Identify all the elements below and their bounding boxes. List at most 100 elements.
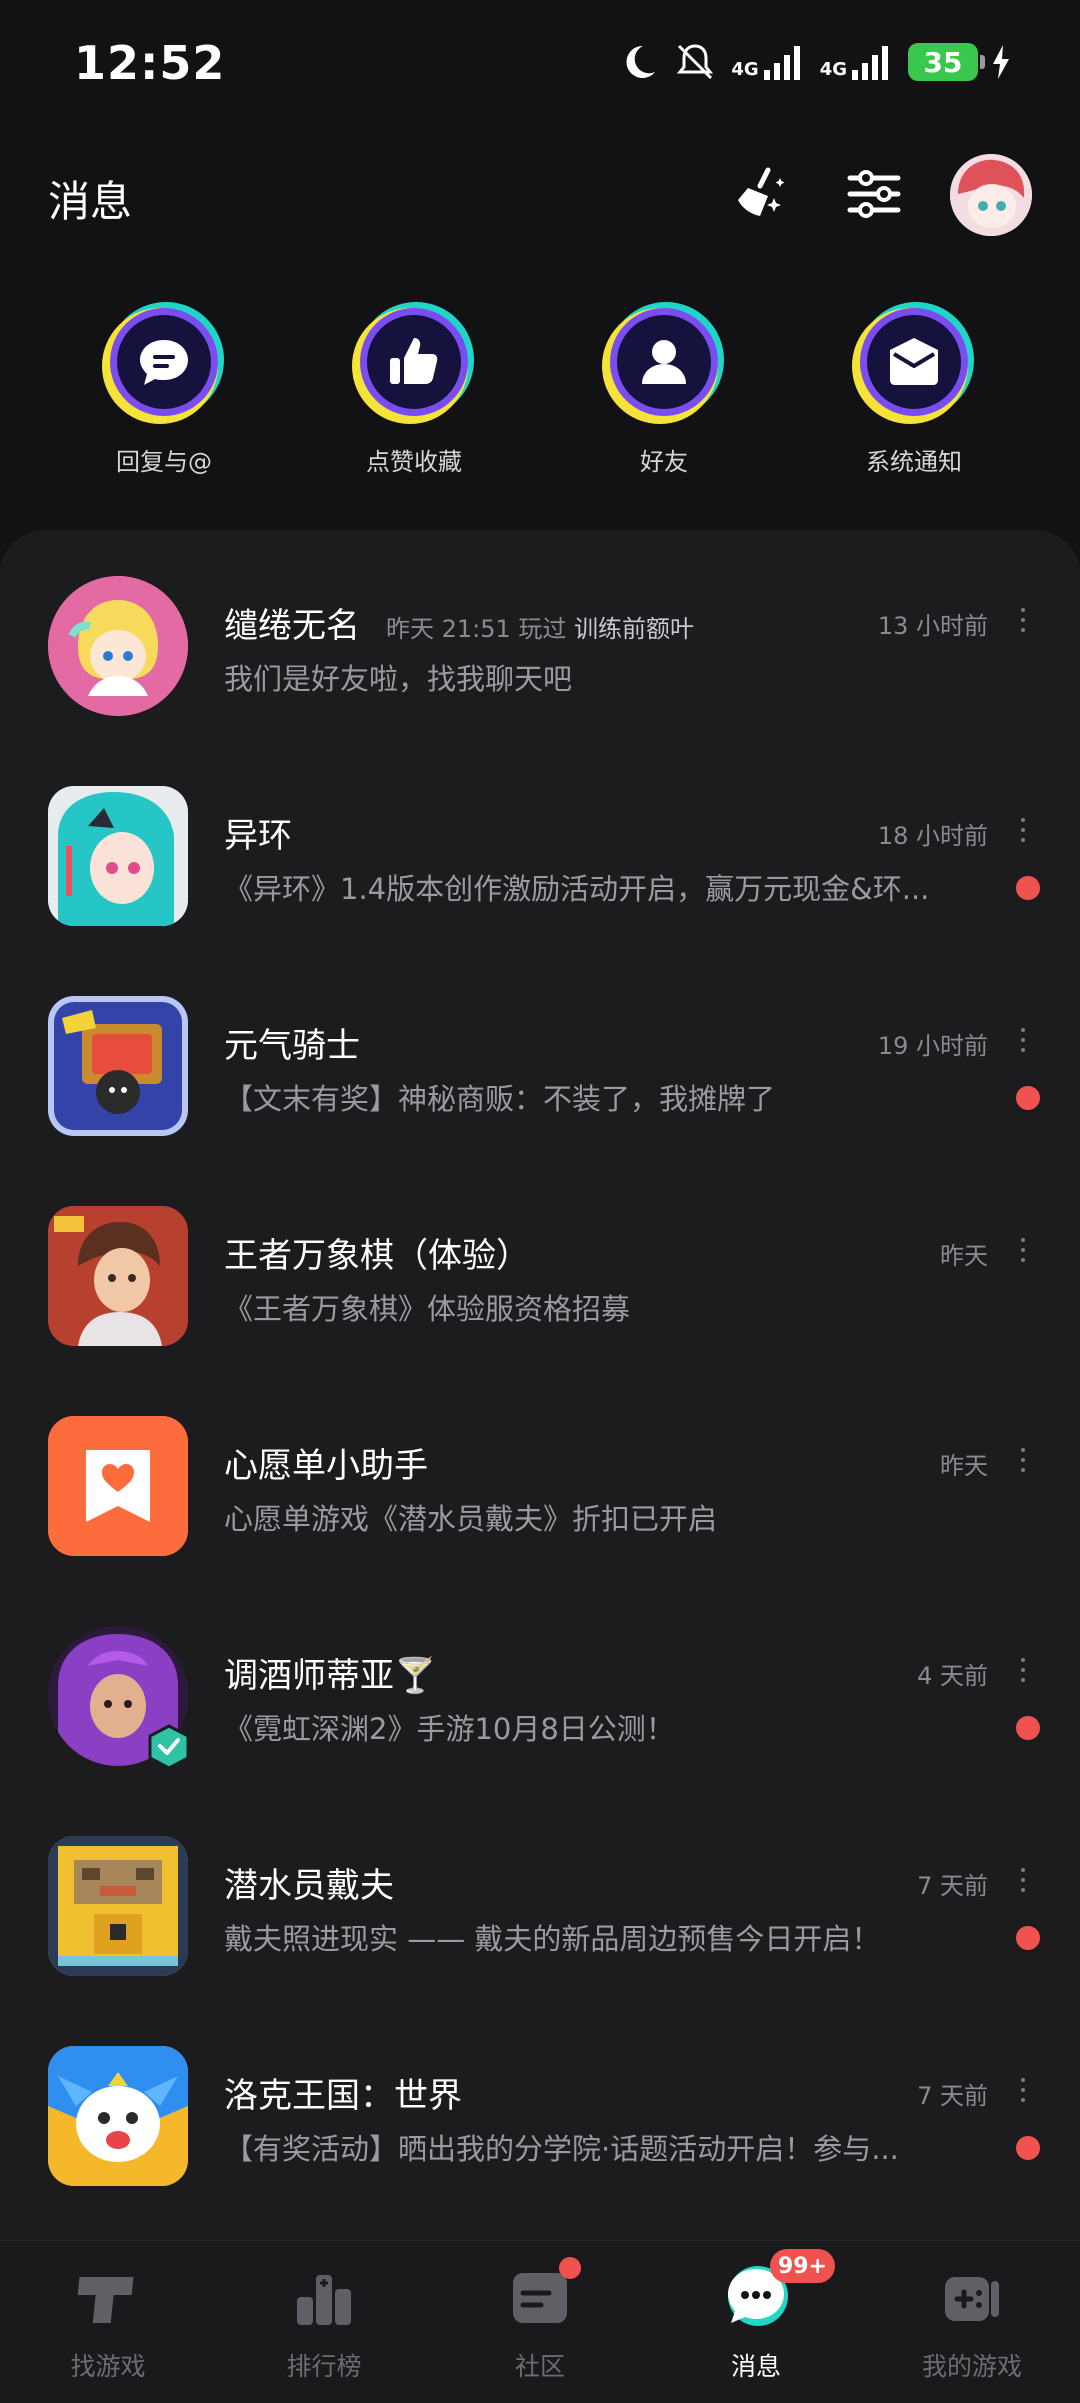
- contact-name: 心愿单小助手: [224, 1446, 428, 1486]
- clear-all-button[interactable]: [722, 158, 794, 230]
- quick-action-system-notice[interactable]: 系统通知: [824, 300, 1004, 477]
- message-preview: 《异环》1.4版本创作激励活动开启，赢万元现金&环...: [224, 872, 930, 906]
- messages-badge: 99+: [769, 2249, 835, 2283]
- verified-badge-icon: [148, 1724, 190, 1770]
- message-time: 4 天前: [917, 1662, 988, 1690]
- tab-label: 我的游戏: [921, 2352, 1022, 2381]
- quick-action-label: 系统通知: [866, 448, 962, 476]
- contact-activity: 昨天 21:51 玩过 训练前额叶: [386, 615, 694, 643]
- activity-time: 昨天 21:51 玩过: [386, 615, 567, 643]
- network-label-2: 4G: [819, 59, 847, 80]
- list-item[interactable]: 王者万象棋（体验） 昨天 《王者万象棋》体验服资格招募: [0, 1160, 1080, 1370]
- unread-dot: [1016, 2136, 1040, 2160]
- more-options-icon[interactable]: [1018, 1444, 1028, 1478]
- signal-1: 4G: [731, 44, 805, 80]
- list-item[interactable]: 元气骑士 19 小时前 【文末有奖】神秘商贩：不装了，我摊牌了: [0, 950, 1080, 1160]
- signal-bars-icon: [852, 46, 888, 80]
- community-card-icon: [505, 2257, 581, 2333]
- more-options-icon[interactable]: [1018, 1654, 1028, 1688]
- message-time: 7 天前: [917, 1872, 988, 1900]
- message-preview: 《霓虹深渊2》手游10月8日公测！: [224, 1712, 675, 1746]
- tab-label: 排行榜: [286, 2352, 362, 2381]
- list-item[interactable]: 洛克王国：世界 7 天前 【有奖活动】晒出我的分学院·话题活动开启！参与...: [0, 2000, 1080, 2210]
- tab-rankings[interactable]: 排行榜: [224, 2263, 424, 2383]
- message-preview: 《王者万象棋》体验服资格招募: [224, 1292, 631, 1326]
- tab-label: 找游戏: [70, 2352, 146, 2381]
- contact-name: 王者万象棋（体验）: [224, 1236, 530, 1276]
- activity-game[interactable]: 训练前额叶: [574, 615, 694, 643]
- avatar: [48, 1206, 188, 1346]
- avatar: [48, 576, 188, 716]
- tab-messages[interactable]: 99+ 消息: [656, 2249, 856, 2383]
- unread-dot: [1016, 1926, 1040, 1950]
- signal-bars-icon: [763, 46, 800, 80]
- contact-name: 异环: [224, 816, 292, 856]
- avatar: [48, 996, 188, 1136]
- quick-action-label: 好友: [640, 448, 688, 476]
- bottom-tab-bar: 找游戏 排行榜 社区 99+ 消息 我的游戏: [0, 2240, 1080, 2403]
- broom-sparkle-icon: [738, 167, 785, 216]
- envelope-icon: [850, 300, 978, 428]
- unread-dot: [1016, 1716, 1040, 1740]
- message-preview: 【文末有奖】神秘商贩：不装了，我摊牌了: [224, 1082, 776, 1116]
- avatar: [48, 2046, 188, 2186]
- more-options-icon[interactable]: [1018, 1024, 1028, 1058]
- game-t-icon: [73, 2263, 143, 2333]
- settings-filter-button[interactable]: [838, 158, 910, 230]
- tab-community[interactable]: 社区: [440, 2257, 640, 2383]
- tab-my-games[interactable]: 我的游戏: [872, 2263, 1072, 2383]
- more-options-icon[interactable]: [1018, 604, 1028, 638]
- quick-action-friends[interactable]: 好友: [574, 300, 754, 477]
- quick-action-label: 回复与@: [116, 448, 212, 476]
- message-bubble-icon: 99+: [721, 2249, 835, 2333]
- wishlist-heart-icon: [48, 1416, 188, 1556]
- quick-action-replies[interactable]: 回复与@: [74, 300, 254, 477]
- list-item[interactable]: 调酒师蒂亚🍸 4 天前 《霓虹深渊2》手游10月8日公测！: [0, 1580, 1080, 1790]
- list-item[interactable]: 潜水员戴夫 7 天前 戴夫照进现实 —— 戴夫的新品周边预售今日开启！: [0, 1790, 1080, 2000]
- contact-name-row: 缱绻无名 昨天 21:51 玩过 训练前额叶: [224, 598, 694, 647]
- contact-name: 洛克王国：世界: [224, 2076, 462, 2116]
- status-time: 12:52: [74, 36, 226, 90]
- tab-find-games[interactable]: 找游戏: [8, 2263, 208, 2383]
- message-time: 19 小时前: [877, 1032, 988, 1060]
- more-options-icon[interactable]: [1018, 814, 1028, 848]
- contact-name: 潜水员戴夫: [224, 1866, 394, 1906]
- network-label-1: 4G: [731, 59, 759, 80]
- ranking-bars-icon: [289, 2263, 359, 2333]
- message-time: 昨天: [940, 1242, 988, 1270]
- unread-dot: [1016, 1086, 1040, 1110]
- message-time: 18 小时前: [877, 822, 988, 850]
- list-item[interactable]: 缱绻无名 昨天 21:51 玩过 训练前额叶 13 小时前 我们是好友啦，找我聊天…: [0, 530, 1080, 740]
- message-preview: 戴夫照进现实 —— 戴夫的新品周边预售今日开启！: [224, 1922, 881, 1956]
- person-icon: [600, 300, 728, 428]
- avatar: [48, 1836, 188, 1976]
- more-options-icon[interactable]: [1018, 1234, 1028, 1268]
- signal-2: 4G: [820, 44, 894, 80]
- quick-action-label: 点赞收藏: [366, 448, 462, 476]
- status-icons: 4G 4G 35: [619, 40, 1010, 84]
- list-item[interactable]: 心愿单小助手 昨天 心愿单游戏《潜水员戴夫》折扣已开启: [0, 1370, 1080, 1580]
- moon-icon: [626, 45, 656, 78]
- contact-name: 缱绻无名: [224, 606, 360, 646]
- battery-level: 35: [923, 45, 963, 79]
- user-avatar[interactable]: [950, 154, 1032, 236]
- message-time: 13 小时前: [877, 612, 988, 640]
- avatar: [48, 1626, 190, 1770]
- message-time: 昨天: [940, 1452, 988, 1480]
- charging-icon: [993, 45, 1009, 79]
- tab-label: 消息: [730, 2352, 781, 2381]
- page-title: 消息: [48, 177, 133, 226]
- battery-indicator: 35: [908, 43, 985, 81]
- contact-name: 调酒师蒂亚🍸: [224, 1656, 437, 1696]
- message-preview: 【有奖活动】晒出我的分学院·话题活动开启！参与...: [224, 2132, 899, 2166]
- avatar: [48, 786, 188, 926]
- more-options-icon[interactable]: [1018, 2074, 1028, 2108]
- message-preview: 心愿单游戏《潜水员戴夫》折扣已开启: [224, 1502, 718, 1536]
- list-item[interactable]: 异环 18 小时前 《异环》1.4版本创作激励活动开启，赢万元现金&环...: [0, 740, 1080, 950]
- sliders-icon: [847, 170, 901, 218]
- tab-label: 社区: [514, 2352, 565, 2381]
- avatar-image: [950, 154, 1032, 236]
- message-preview: 我们是好友啦，找我聊天吧: [224, 662, 573, 696]
- more-options-icon[interactable]: [1018, 1864, 1028, 1898]
- quick-action-likes[interactable]: 点赞收藏: [324, 300, 504, 477]
